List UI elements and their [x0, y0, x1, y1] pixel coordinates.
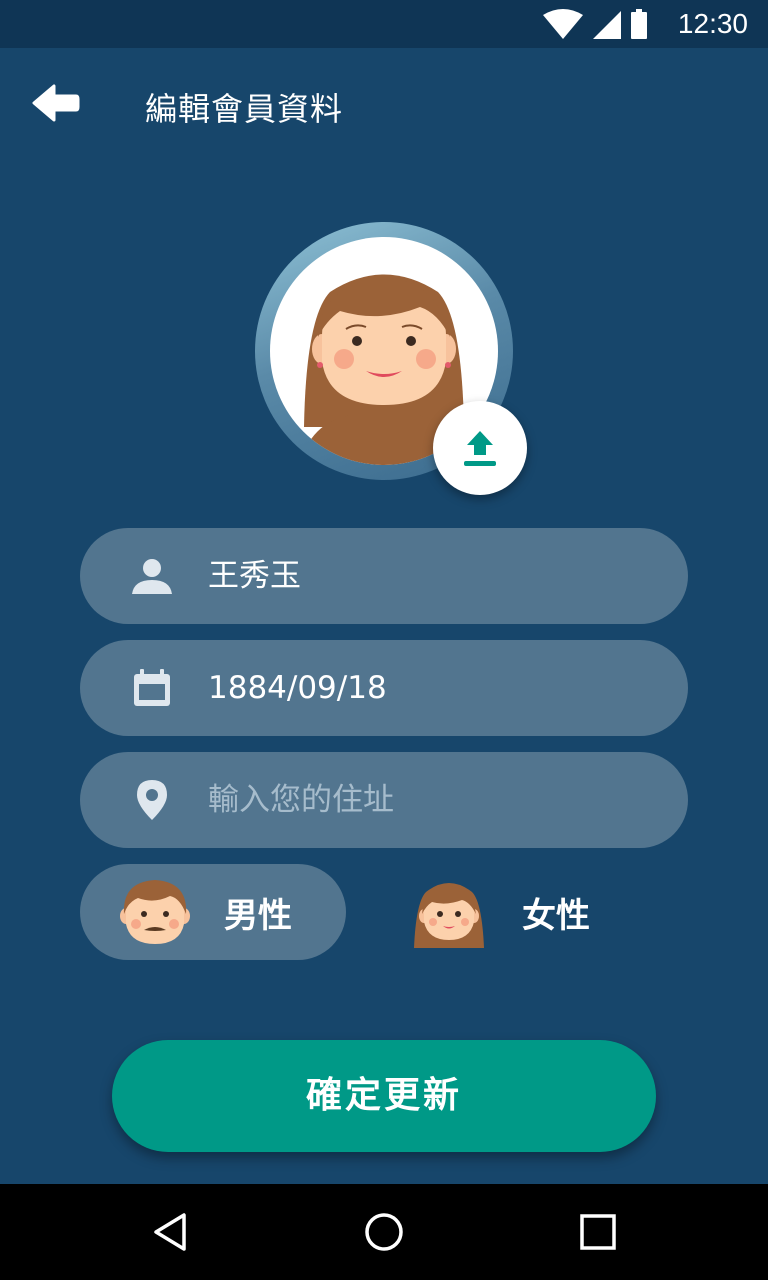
battery-icon: [631, 9, 647, 39]
back-button[interactable]: [28, 78, 84, 128]
name-field[interactable]: 王秀玉: [80, 528, 688, 624]
male-face-icon: [120, 880, 190, 944]
birthday-field[interactable]: 1884/09/18: [80, 640, 688, 736]
cellular-signal-icon: [593, 11, 621, 39]
status-bar: 12:30: [0, 0, 768, 48]
calendar-icon: [134, 669, 170, 706]
birthday-value: 1884/09/18: [208, 670, 387, 706]
address-input[interactable]: [208, 776, 638, 824]
nav-home-icon: [365, 1213, 403, 1251]
nav-back-button[interactable]: [148, 1208, 196, 1256]
nav-back-icon: [154, 1213, 186, 1251]
location-pin-icon: [137, 780, 167, 820]
wifi-icon: [543, 9, 583, 39]
nav-recents-icon: [580, 1214, 616, 1250]
status-time: 12:30: [677, 8, 748, 39]
person-icon: [132, 559, 172, 594]
app-bar: 編輯會員資料: [0, 48, 768, 160]
page-title: 編輯會員資料: [145, 90, 344, 128]
upload-icon: [464, 431, 496, 466]
name-value: 王秀玉: [208, 558, 301, 594]
upload-photo-button[interactable]: [433, 401, 527, 495]
address-field[interactable]: [80, 752, 688, 848]
gender-female-label: 女性: [522, 896, 590, 936]
status-icons: [543, 9, 653, 39]
confirm-update-button[interactable]: 確定更新: [112, 1040, 656, 1152]
gender-female-option[interactable]: 女性: [380, 864, 646, 960]
nav-home-button[interactable]: [360, 1208, 408, 1256]
nav-recents-button[interactable]: [574, 1208, 622, 1256]
gender-male-label: 男性: [224, 896, 292, 936]
gender-male-option[interactable]: 男性: [80, 864, 346, 960]
arrow-left-icon: [32, 84, 80, 122]
nav-bar: [0, 1184, 768, 1280]
female-face-icon: [414, 883, 484, 948]
